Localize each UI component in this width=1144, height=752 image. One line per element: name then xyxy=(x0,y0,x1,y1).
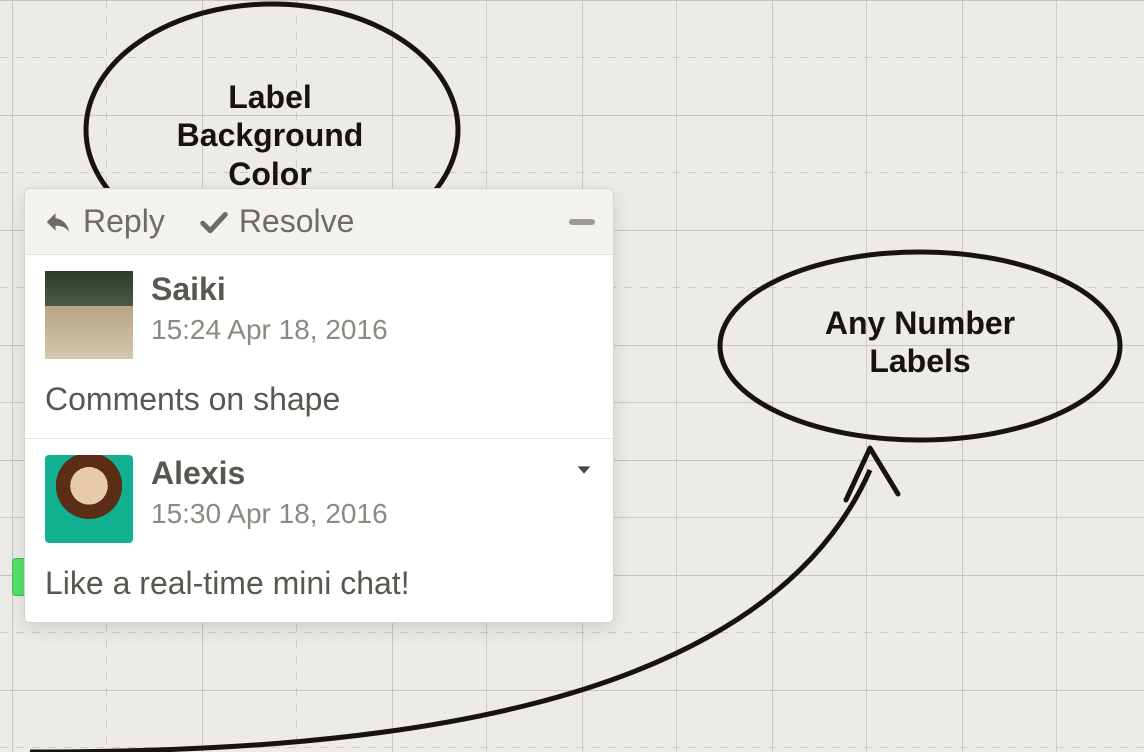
comment-item-1: Alexis 15:30 Apr 18, 2016 Like a real-ti… xyxy=(25,439,613,622)
comment-timestamp: 15:30 Apr 18, 2016 xyxy=(151,498,388,530)
minimize-button[interactable] xyxy=(569,219,595,225)
resolve-button-label: Resolve xyxy=(239,203,355,240)
reply-button-label: Reply xyxy=(83,203,165,240)
reply-button[interactable]: Reply xyxy=(43,203,165,240)
resolve-button[interactable]: Resolve xyxy=(199,203,355,240)
comment-text: Like a real-time mini chat! xyxy=(45,565,593,602)
comment-menu-button[interactable] xyxy=(573,459,595,486)
comment-panel: Reply Resolve Saiki 15:24 Apr 18, 2016 C… xyxy=(24,188,614,623)
check-icon xyxy=(199,207,229,237)
reply-icon xyxy=(43,207,73,237)
comment-timestamp: 15:24 Apr 18, 2016 xyxy=(151,314,388,346)
avatar xyxy=(45,455,133,543)
comment-author: Alexis xyxy=(151,455,388,492)
comment-text: Comments on shape xyxy=(45,381,593,418)
comment-author: Saiki xyxy=(151,271,388,308)
comment-item-0: Saiki 15:24 Apr 18, 2016 Comments on sha… xyxy=(25,255,613,439)
avatar xyxy=(45,271,133,359)
comment-panel-toolbar: Reply Resolve xyxy=(25,189,613,255)
